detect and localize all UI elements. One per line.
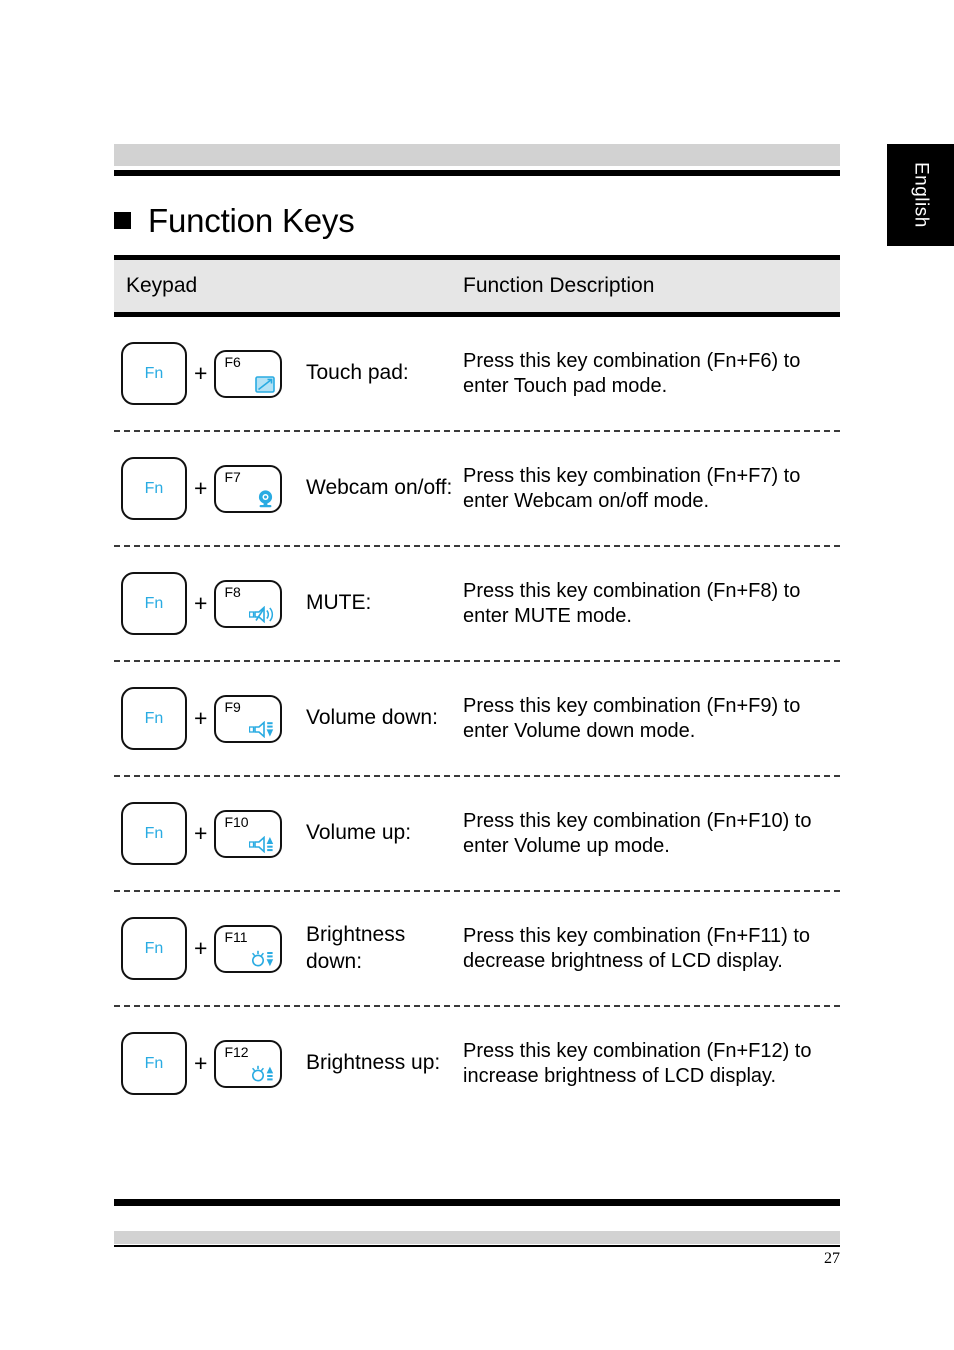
function-key[interactable]: F8 <box>214 579 283 628</box>
fn-key[interactable]: Fn <box>121 687 187 750</box>
manual-page: Function Keys Keypad Function Descriptio… <box>114 0 840 1350</box>
touchpad-icon <box>249 373 276 393</box>
footer-thin-rule <box>114 1245 840 1247</box>
brightness-up-icon <box>249 1063 275 1083</box>
fn-key-label: Fn <box>144 594 164 612</box>
function-description: Press this key combination (Fn+F6) to en… <box>463 350 801 397</box>
table-header-row: Keypad Function Description <box>114 260 840 312</box>
fn-key-label: Fn <box>144 709 164 727</box>
volume-up-icon <box>249 833 275 853</box>
function-key-label: F8 <box>224 583 241 600</box>
keypad-cell: Fn + F9 <box>114 687 306 750</box>
footer-rule <box>114 1199 840 1206</box>
plus-separator: + <box>194 705 208 731</box>
plus-separator: + <box>194 820 208 846</box>
plus-separator: + <box>194 475 208 501</box>
function-key-label: F10 <box>224 813 249 830</box>
table-row: Fn + F6 Touch pad: Press this key combinatio… <box>114 317 840 430</box>
function-description: Press this key combination (Fn+F9) to en… <box>463 695 801 742</box>
function-description: Press this key combination (Fn+F8) to en… <box>463 580 801 627</box>
function-description: Press this key combination (Fn+F11) to d… <box>463 925 810 972</box>
header-rule <box>114 170 840 176</box>
speaker-mute-icon <box>249 603 275 623</box>
function-label: Brightness up: <box>306 1051 441 1075</box>
fn-key-label: Fn <box>144 824 164 842</box>
keypad-cell: Fn + F12 <box>114 1032 306 1095</box>
column-header-description: Function Description <box>463 274 655 297</box>
page-number: 27 <box>824 1250 840 1267</box>
function-label: Volume down: <box>306 706 438 730</box>
page-title-text: Function Keys <box>148 201 355 239</box>
function-label: Brightness down: <box>306 923 406 973</box>
fn-key-label: Fn <box>144 939 164 957</box>
fn-key[interactable]: Fn <box>121 1032 187 1095</box>
keypad-cell: Fn + F10 <box>114 802 306 865</box>
table-row: Fn + F10 Volume up: Press this key combinati… <box>114 777 840 890</box>
function-key[interactable]: F7 <box>214 464 283 513</box>
function-key[interactable]: F10 <box>214 809 283 858</box>
fn-key-label: Fn <box>144 364 164 382</box>
function-key-label: F11 <box>224 928 248 945</box>
keypad-cell: Fn + F6 <box>114 342 306 405</box>
function-label: Touch pad: <box>306 361 409 385</box>
fn-key-label: Fn <box>144 1054 164 1072</box>
header-gray-band <box>114 144 840 166</box>
table-row: Fn + F11 Brightness down: Press this key com… <box>114 892 840 1005</box>
table-row: Fn + F9 Volume down: Press this key combinat… <box>114 662 840 775</box>
plus-separator: + <box>194 1050 208 1076</box>
square-bullet-icon <box>114 211 131 229</box>
language-tab-label: English <box>910 162 932 228</box>
brightness-down-icon <box>249 948 275 968</box>
fn-key-label: Fn <box>144 479 164 497</box>
table-row: Fn + F7 Webcam on/off: Press this key combin… <box>114 432 840 545</box>
column-header-keypad: Keypad <box>126 274 198 297</box>
webcam-icon <box>249 488 275 508</box>
footer-gray-band <box>114 1231 840 1244</box>
function-key[interactable]: F9 <box>214 694 283 743</box>
table-body: Fn + F6 Touch pad: Press this key combinatio… <box>114 317 840 1120</box>
plus-separator: + <box>194 360 208 386</box>
function-key[interactable]: F12 <box>214 1039 283 1088</box>
fn-key[interactable]: Fn <box>121 917 187 980</box>
page-title: Function Keys <box>114 192 840 248</box>
function-key-label: F9 <box>224 698 241 715</box>
fn-key[interactable]: Fn <box>121 572 187 635</box>
volume-down-icon <box>249 718 275 738</box>
table-row: Fn + F8 MUTE: Press this key combination (Fn… <box>114 547 840 660</box>
function-key[interactable]: F11 <box>214 924 283 973</box>
function-description: Press this key combination (Fn+F10) to e… <box>463 810 812 857</box>
function-key-label: F7 <box>224 468 241 485</box>
plus-separator: + <box>194 590 208 616</box>
function-label: MUTE: <box>306 591 372 615</box>
function-key[interactable]: F6 <box>214 349 283 398</box>
table-row: Fn + F12 Brightness up: Press this key combi… <box>114 1007 840 1120</box>
keypad-cell: Fn + F11 <box>114 917 306 980</box>
function-key-label: F6 <box>224 353 241 370</box>
function-label: Volume up: <box>306 821 412 845</box>
fn-key[interactable]: Fn <box>121 802 187 865</box>
function-keys-table: Keypad Function Description Fn + F6 Touch p… <box>114 255 840 1120</box>
language-tab: English <box>887 144 954 246</box>
function-description: Press this key combination (Fn+F12) to i… <box>463 1040 812 1087</box>
function-description: Press this key combination (Fn+F7) to en… <box>463 465 801 512</box>
keypad-cell: Fn + F7 <box>114 457 306 520</box>
function-key-label: F12 <box>224 1043 249 1060</box>
keypad-cell: Fn + F8 <box>114 572 306 635</box>
fn-key[interactable]: Fn <box>121 342 187 405</box>
fn-key[interactable]: Fn <box>121 457 187 520</box>
function-label: Webcam on/off: <box>306 476 453 500</box>
plus-separator: + <box>194 935 208 961</box>
